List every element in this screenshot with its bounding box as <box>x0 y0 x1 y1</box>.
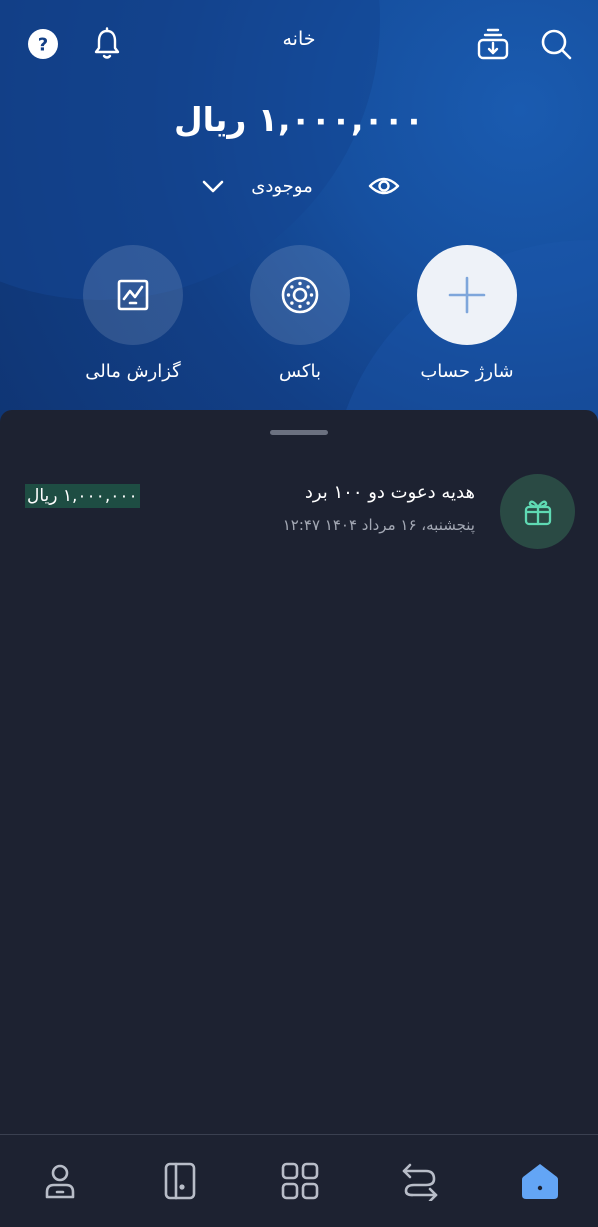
transaction-date: پنجشنبه، ۱۶ مرداد ۱۴۰۴ ۱۲:۴۷ <box>282 516 475 534</box>
action-circle[interactable] <box>417 245 517 345</box>
action-label: شارژ حساب <box>420 361 514 382</box>
transfer-icon[interactable] <box>398 1159 442 1203</box>
chart-icon <box>113 275 153 315</box>
action-label: گزارش مالی <box>85 361 181 382</box>
transactions-sheet: هدیه دعوت دو ۱۰۰ برد پنجشنبه، ۱۶ مرداد ۱… <box>0 410 598 1134</box>
action-circle[interactable] <box>83 245 183 345</box>
profile-icon[interactable] <box>38 1159 82 1203</box>
drag-handle[interactable] <box>270 430 328 435</box>
download-icon[interactable] <box>475 26 511 62</box>
transaction-row[interactable]: هدیه دعوت دو ۱۰۰ برد پنجشنبه، ۱۶ مرداد ۱… <box>0 472 598 552</box>
chevron-down-icon[interactable] <box>200 176 226 196</box>
cards-icon[interactable] <box>158 1159 202 1203</box>
balance-amount: ۱,۰۰۰,۰۰۰ ریال <box>174 100 424 139</box>
financial-report-button[interactable]: گزارش مالی <box>63 245 203 382</box>
action-circle[interactable] <box>250 245 350 345</box>
bottom-navbar <box>0 1134 598 1227</box>
transaction-amount: ۱,۰۰۰,۰۰۰ ریال <box>25 484 140 508</box>
action-label: باکس <box>278 361 321 382</box>
transaction-title: هدیه دعوت دو ۱۰۰ برد <box>304 482 475 503</box>
header: ? خانه ۱,۰۰۰,۰۰۰ ریال موجودی گزارش مالی … <box>0 0 598 440</box>
search-icon[interactable] <box>538 26 574 62</box>
plus-icon <box>445 273 489 317</box>
gift-icon <box>500 474 575 549</box>
home-icon[interactable] <box>518 1159 562 1203</box>
charge-account-button[interactable]: شارژ حساب <box>397 245 537 382</box>
box-button[interactable]: باکس <box>230 245 370 382</box>
apps-icon[interactable] <box>278 1159 322 1203</box>
balance-label: موجودی <box>251 175 313 197</box>
box-icon <box>279 274 321 316</box>
balance-toggle[interactable]: موجودی <box>200 168 400 204</box>
eye-icon[interactable] <box>368 174 400 198</box>
